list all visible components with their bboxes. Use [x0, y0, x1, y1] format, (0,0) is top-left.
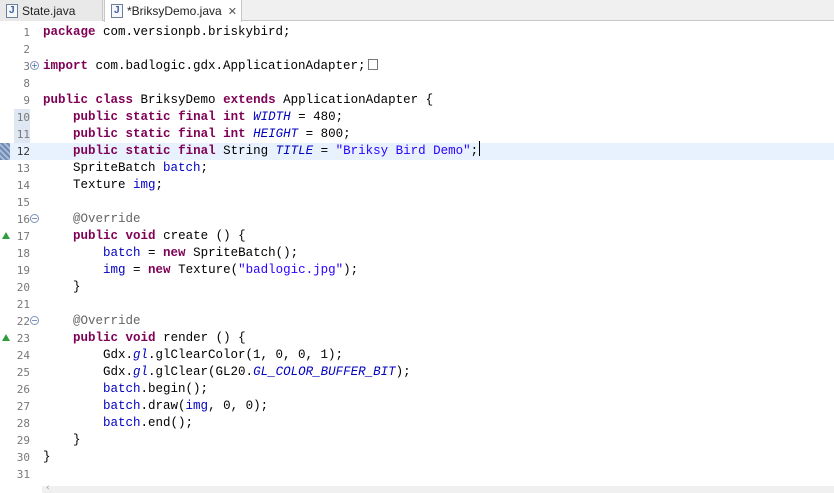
fold-collapse-icon[interactable]: −: [30, 214, 39, 223]
fold-collapse-icon[interactable]: −: [30, 316, 39, 325]
line-number: 9: [23, 94, 30, 107]
line-number: 22: [16, 315, 30, 328]
line-number: 10: [16, 111, 30, 124]
code-line[interactable]: 12 public static final String TITLE = "B…: [0, 141, 834, 160]
line-number: 20: [16, 281, 30, 294]
horizontal-scrollbar[interactable]: ‹: [42, 483, 834, 493]
editor-tab-bar: J State.java J *BriksyDemo.java ✕: [0, 0, 834, 22]
code-text[interactable]: Texture img;: [43, 177, 163, 194]
code-text[interactable]: batch.end();: [43, 415, 193, 432]
line-number: 21: [16, 298, 30, 311]
line-number: 16: [16, 213, 30, 226]
override-triangle-icon[interactable]: [2, 232, 10, 239]
code-text[interactable]: batch.begin();: [43, 381, 208, 398]
code-line[interactable]: 17 public void create () {: [0, 228, 834, 245]
code-line[interactable]: 20 }: [0, 279, 834, 296]
code-editor[interactable]: 1 package com.versionpb.briskybird; 2 3 + imp…: [0, 22, 834, 493]
tab-state-java[interactable]: J State.java: [0, 0, 103, 21]
code-line[interactable]: 28 batch.end();: [0, 415, 834, 432]
tab-label: *BriksyDemo.java: [127, 4, 222, 18]
code-text[interactable]: public class BriksyDemo extends Applicat…: [43, 92, 433, 109]
code-text[interactable]: img = new Texture("badlogic.jpg");: [43, 262, 358, 279]
code-text[interactable]: }: [43, 279, 81, 296]
code-line[interactable]: 11 public static final int HEIGHT = 800;: [0, 126, 834, 143]
code-text[interactable]: }: [43, 432, 81, 449]
code-text[interactable]: public static final int WIDTH = 480;: [43, 109, 343, 126]
code-line[interactable]: 3 + import com.badlogic.gdx.ApplicationAda…: [0, 58, 834, 75]
code-line[interactable]: 18 batch = new SpriteBatch();: [0, 245, 834, 262]
line-number: 26: [16, 383, 30, 396]
line-number: 3: [23, 60, 30, 73]
tab-briksydemo-java[interactable]: J *BriksyDemo.java ✕: [104, 0, 242, 22]
java-file-icon: J: [6, 3, 18, 18]
code-text[interactable]: Gdx.gl.glClear(GL20.GL_COLOR_BUFFER_BIT)…: [43, 364, 411, 381]
collapsed-imports-icon[interactable]: [367, 59, 378, 71]
line-number: 31: [16, 468, 30, 481]
java-file-icon: J: [111, 4, 123, 18]
code-line[interactable]: 24 Gdx.gl.glClearColor(1, 0, 0, 1);: [0, 347, 834, 364]
code-line[interactable]: 1 package com.versionpb.briskybird;: [0, 24, 834, 41]
code-text[interactable]: Gdx.gl.glClearColor(1, 0, 0, 1);: [43, 347, 343, 364]
line-number: 24: [16, 349, 30, 362]
code-line[interactable]: 2: [0, 41, 834, 58]
code-line[interactable]: 8: [0, 75, 834, 92]
code-line[interactable]: 27 batch.draw(img, 0, 0);: [0, 398, 834, 415]
code-line[interactable]: 15: [0, 194, 834, 211]
code-text[interactable]: @Override: [43, 211, 141, 228]
line-number: 13: [16, 162, 30, 175]
code-line[interactable]: 29 }: [0, 432, 834, 449]
line-number: 27: [16, 400, 30, 413]
line-number: 14: [16, 179, 30, 192]
code-text[interactable]: package com.versionpb.briskybird;: [43, 24, 291, 41]
code-line[interactable]: 21: [0, 296, 834, 313]
line-number: 2: [23, 43, 30, 56]
fold-expand-icon[interactable]: +: [30, 61, 39, 70]
line-number: 30: [16, 451, 30, 464]
code-text[interactable]: batch.draw(img, 0, 0);: [43, 398, 268, 415]
code-line[interactable]: 14 Texture img;: [0, 177, 834, 194]
code-line[interactable]: 10 public static final int WIDTH = 480;: [0, 109, 834, 126]
line-number: 18: [16, 247, 30, 260]
code-line[interactable]: 9 public class BriksyDemo extends Applica…: [0, 92, 834, 109]
code-text[interactable]: }: [43, 449, 51, 466]
text-cursor: [479, 141, 481, 156]
line-number: 29: [16, 434, 30, 447]
code-line[interactable]: 25 Gdx.gl.glClear(GL20.GL_COLOR_BUFFER_B…: [0, 364, 834, 381]
line-number: 1: [23, 26, 30, 39]
code-line[interactable]: 23 public void render () {: [0, 330, 834, 347]
code-line[interactable]: 22− @Override: [0, 313, 834, 330]
close-icon[interactable]: ✕: [228, 5, 237, 18]
override-triangle-icon[interactable]: [2, 334, 10, 341]
code-line[interactable]: 13 SpriteBatch batch;: [0, 160, 834, 177]
line-number: 12: [16, 145, 30, 158]
code-text[interactable]: import com.badlogic.gdx.ApplicationAdapt…: [43, 58, 378, 75]
code-line[interactable]: 19 img = new Texture("badlogic.jpg");: [0, 262, 834, 279]
code-text[interactable]: public void create () {: [43, 228, 246, 245]
code-line[interactable]: 16− @Override: [0, 211, 834, 228]
line-number: 8: [23, 77, 30, 90]
line-number: 11: [16, 128, 30, 141]
code-line[interactable]: 31: [0, 466, 834, 483]
tab-label: State.java: [22, 3, 76, 18]
line-number: 25: [16, 366, 30, 379]
code-text[interactable]: @Override: [43, 313, 141, 330]
code-text[interactable]: public static final int HEIGHT = 800;: [43, 126, 351, 143]
code-line[interactable]: 26 batch.begin();: [0, 381, 834, 398]
line-number: 28: [16, 417, 30, 430]
code-text[interactable]: SpriteBatch batch;: [43, 160, 208, 177]
scroll-left-icon[interactable]: ‹: [46, 483, 50, 493]
line-number: 19: [16, 264, 30, 277]
code-text[interactable]: public static final String TITLE = "Brik…: [43, 141, 481, 160]
code-text[interactable]: batch = new SpriteBatch();: [43, 245, 298, 262]
line-number: 15: [16, 196, 30, 209]
code-text[interactable]: public void render () {: [43, 330, 246, 347]
code-line[interactable]: 30}: [0, 449, 834, 466]
